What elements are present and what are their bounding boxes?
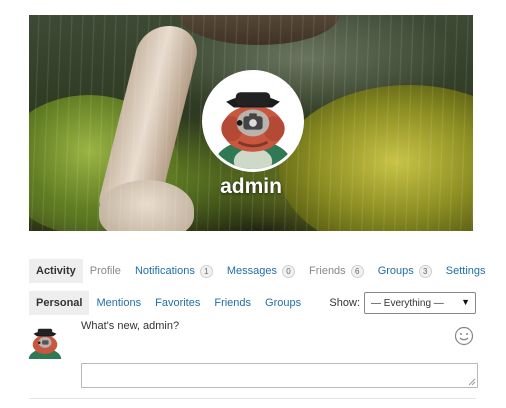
friends-count-badge: 6 — [350, 264, 364, 278]
tab-label: Notifications — [134, 265, 195, 277]
tab-friends[interactable]: Friends 6 — [302, 259, 371, 283]
tab-groups[interactable]: Groups 3 — [371, 259, 439, 283]
tab-label: Settings — [445, 265, 486, 277]
activity-filter: Show: — Everything — ▼ — [329, 292, 476, 314]
notifications-count-badge: 1 — [199, 264, 213, 278]
caret-down-icon: ▼ — [461, 297, 470, 307]
avatar-illustration — [205, 73, 301, 169]
profile-avatar[interactable] — [202, 70, 304, 172]
tab-messages[interactable]: Messages 0 — [220, 259, 302, 283]
post-form-prompt: What's new, admin? — [81, 320, 180, 332]
subtab-groups[interactable]: Groups — [258, 291, 308, 315]
post-form-textarea[interactable] — [81, 363, 478, 388]
tab-label: Activity — [36, 265, 76, 277]
subtab-label: Groups — [265, 297, 302, 309]
subtab-mentions[interactable]: Mentions — [89, 291, 148, 315]
tab-activity[interactable]: Activity — [29, 259, 83, 283]
subtab-favorites[interactable]: Favorites — [148, 291, 207, 315]
divider — [29, 398, 476, 399]
tab-notifications[interactable]: Notifications 1 — [128, 259, 220, 283]
activity-filter-select[interactable]: — Everything — ▼ — [364, 292, 476, 314]
filter-label: Show: — [329, 297, 360, 309]
post-form-avatar[interactable] — [27, 323, 63, 359]
tab-label: Messages — [226, 265, 277, 277]
cover-image: admin — [29, 15, 473, 231]
tab-label: Groups — [377, 265, 414, 277]
messages-count-badge: 0 — [282, 264, 295, 278]
tab-profile[interactable]: Profile — [83, 259, 128, 283]
tab-settings[interactable]: Settings — [439, 259, 493, 283]
subtab-label: Favorites — [155, 297, 201, 309]
resize-handle-icon[interactable] — [468, 378, 476, 386]
subtab-label: Personal — [36, 297, 83, 309]
subtab-label: Mentions — [96, 297, 142, 309]
tab-label: Profile — [89, 265, 121, 277]
tab-label: Friends — [309, 265, 346, 277]
activity-sub-nav: Personal Mentions Favorites Friends Grou… — [29, 291, 476, 315]
smiley-icon[interactable] — [454, 326, 474, 346]
profile-main-nav: Activity Profile Notifications 1 Message… — [29, 259, 486, 283]
subtab-personal[interactable]: Personal — [29, 291, 90, 315]
groups-count-badge: 3 — [418, 264, 432, 278]
profile-username: admin — [220, 175, 282, 198]
filter-selected-value: — Everything — — [371, 297, 444, 309]
avatar-thumb-illustration — [27, 323, 63, 359]
subtab-label: Friends — [214, 297, 252, 309]
subtab-friends[interactable]: Friends — [207, 291, 258, 315]
